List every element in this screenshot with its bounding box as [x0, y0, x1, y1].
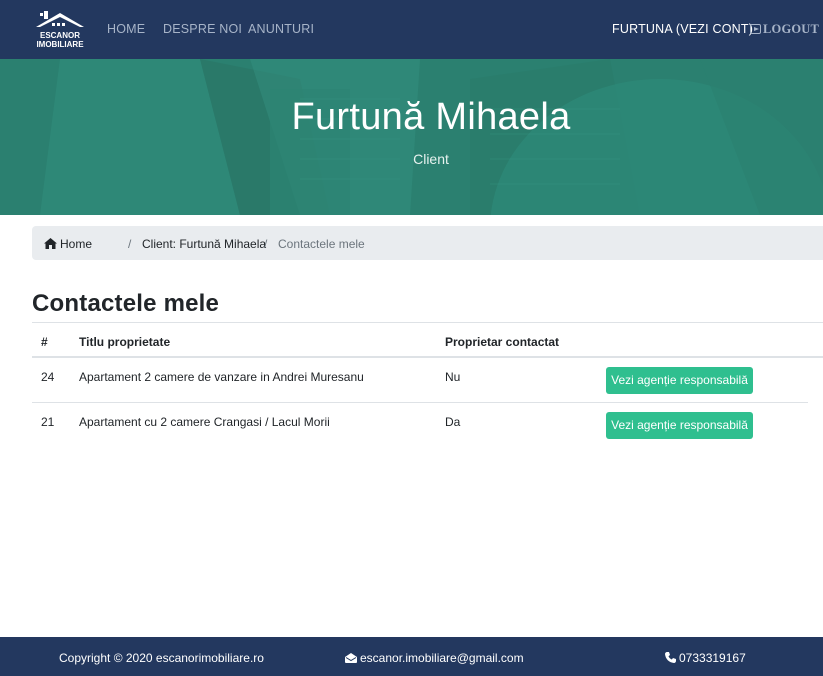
row-contacted: Nu [445, 370, 461, 384]
breadcrumb-separator: / [128, 237, 132, 251]
brand-logo[interactable]: ESCANOR IMOBILIARE [32, 9, 90, 51]
footer-phone-link[interactable]: 0733319167 [665, 651, 746, 665]
envelope-icon [345, 653, 357, 663]
phone-icon [665, 652, 676, 663]
row-title: Apartament 2 camere de vanzare in Andrei… [79, 370, 364, 384]
view-agency-button[interactable]: Vezi agenție responsabilă [606, 367, 753, 394]
breadcrumb-client[interactable]: Client: Furtună Mihaela [142, 237, 266, 251]
logo-text-line2: IMOBILIARE [36, 40, 84, 49]
logout-icon [750, 24, 761, 34]
breadcrumb-home[interactable]: Home [44, 237, 92, 251]
footer-email-link[interactable]: escanor.imobiliare@gmail.com [345, 651, 524, 665]
breadcrumb-separator: / [264, 237, 268, 251]
footer: Copyright © 2020 escanorimobiliare.ro es… [0, 637, 823, 676]
header-title: Titlu proprietate [79, 335, 171, 349]
nav-home-link[interactable]: HOME [107, 22, 145, 36]
header-owner-contacted: Proprietar contactat [445, 335, 560, 349]
logout-label: LOGOUT [763, 22, 820, 36]
row-contacted: Da [445, 415, 461, 429]
row-id: 21 [41, 415, 55, 429]
hero-banner: Furtună Mihaela Client [0, 59, 823, 215]
footer-email: escanor.imobiliare@gmail.com [360, 651, 524, 665]
nav-anunturi-link[interactable]: ANUNTURI [248, 22, 314, 36]
footer-copyright: Copyright © 2020 escanorimobiliare.ro [59, 651, 264, 665]
footer-phone: 0733319167 [679, 651, 746, 665]
logo-text-line1: ESCANOR [40, 31, 80, 40]
nav-account-link[interactable]: FURTUNA (VEZI CONT) [612, 22, 753, 36]
home-icon [44, 238, 57, 249]
header-number: # [41, 335, 48, 349]
hero-subtitle: Client [413, 151, 449, 167]
breadcrumb: Home / Client: Furtună Mihaela / Contact… [32, 226, 823, 260]
hero-title: Furtună Mihaela [291, 96, 571, 138]
nav-despre-link[interactable]: DESPRE NOI [163, 22, 242, 36]
logout-link[interactable]: LOGOUT [750, 22, 819, 37]
view-agency-button[interactable]: Vezi agenție responsabilă [606, 412, 753, 439]
row-title: Apartament cu 2 camere Crangasi / Lacul … [79, 415, 330, 429]
navbar: ESCANOR IMOBILIARE HOME DESPRE NOI ANUNT… [0, 0, 823, 59]
row-id: 24 [41, 370, 55, 384]
house-logo-icon: ESCANOR IMOBILIARE [36, 11, 84, 49]
table-row: 24 Apartament 2 camere de vanzare in And… [32, 358, 808, 403]
table-header-row: # Titlu proprietate Proprietar contactat [32, 322, 823, 358]
breadcrumb-home-label: Home [60, 237, 93, 251]
table-row: 21 Apartament cu 2 camere Crangasi / Lac… [32, 403, 808, 448]
breadcrumb-current: Contactele mele [278, 237, 365, 251]
page-title: Contactele mele [32, 290, 220, 317]
